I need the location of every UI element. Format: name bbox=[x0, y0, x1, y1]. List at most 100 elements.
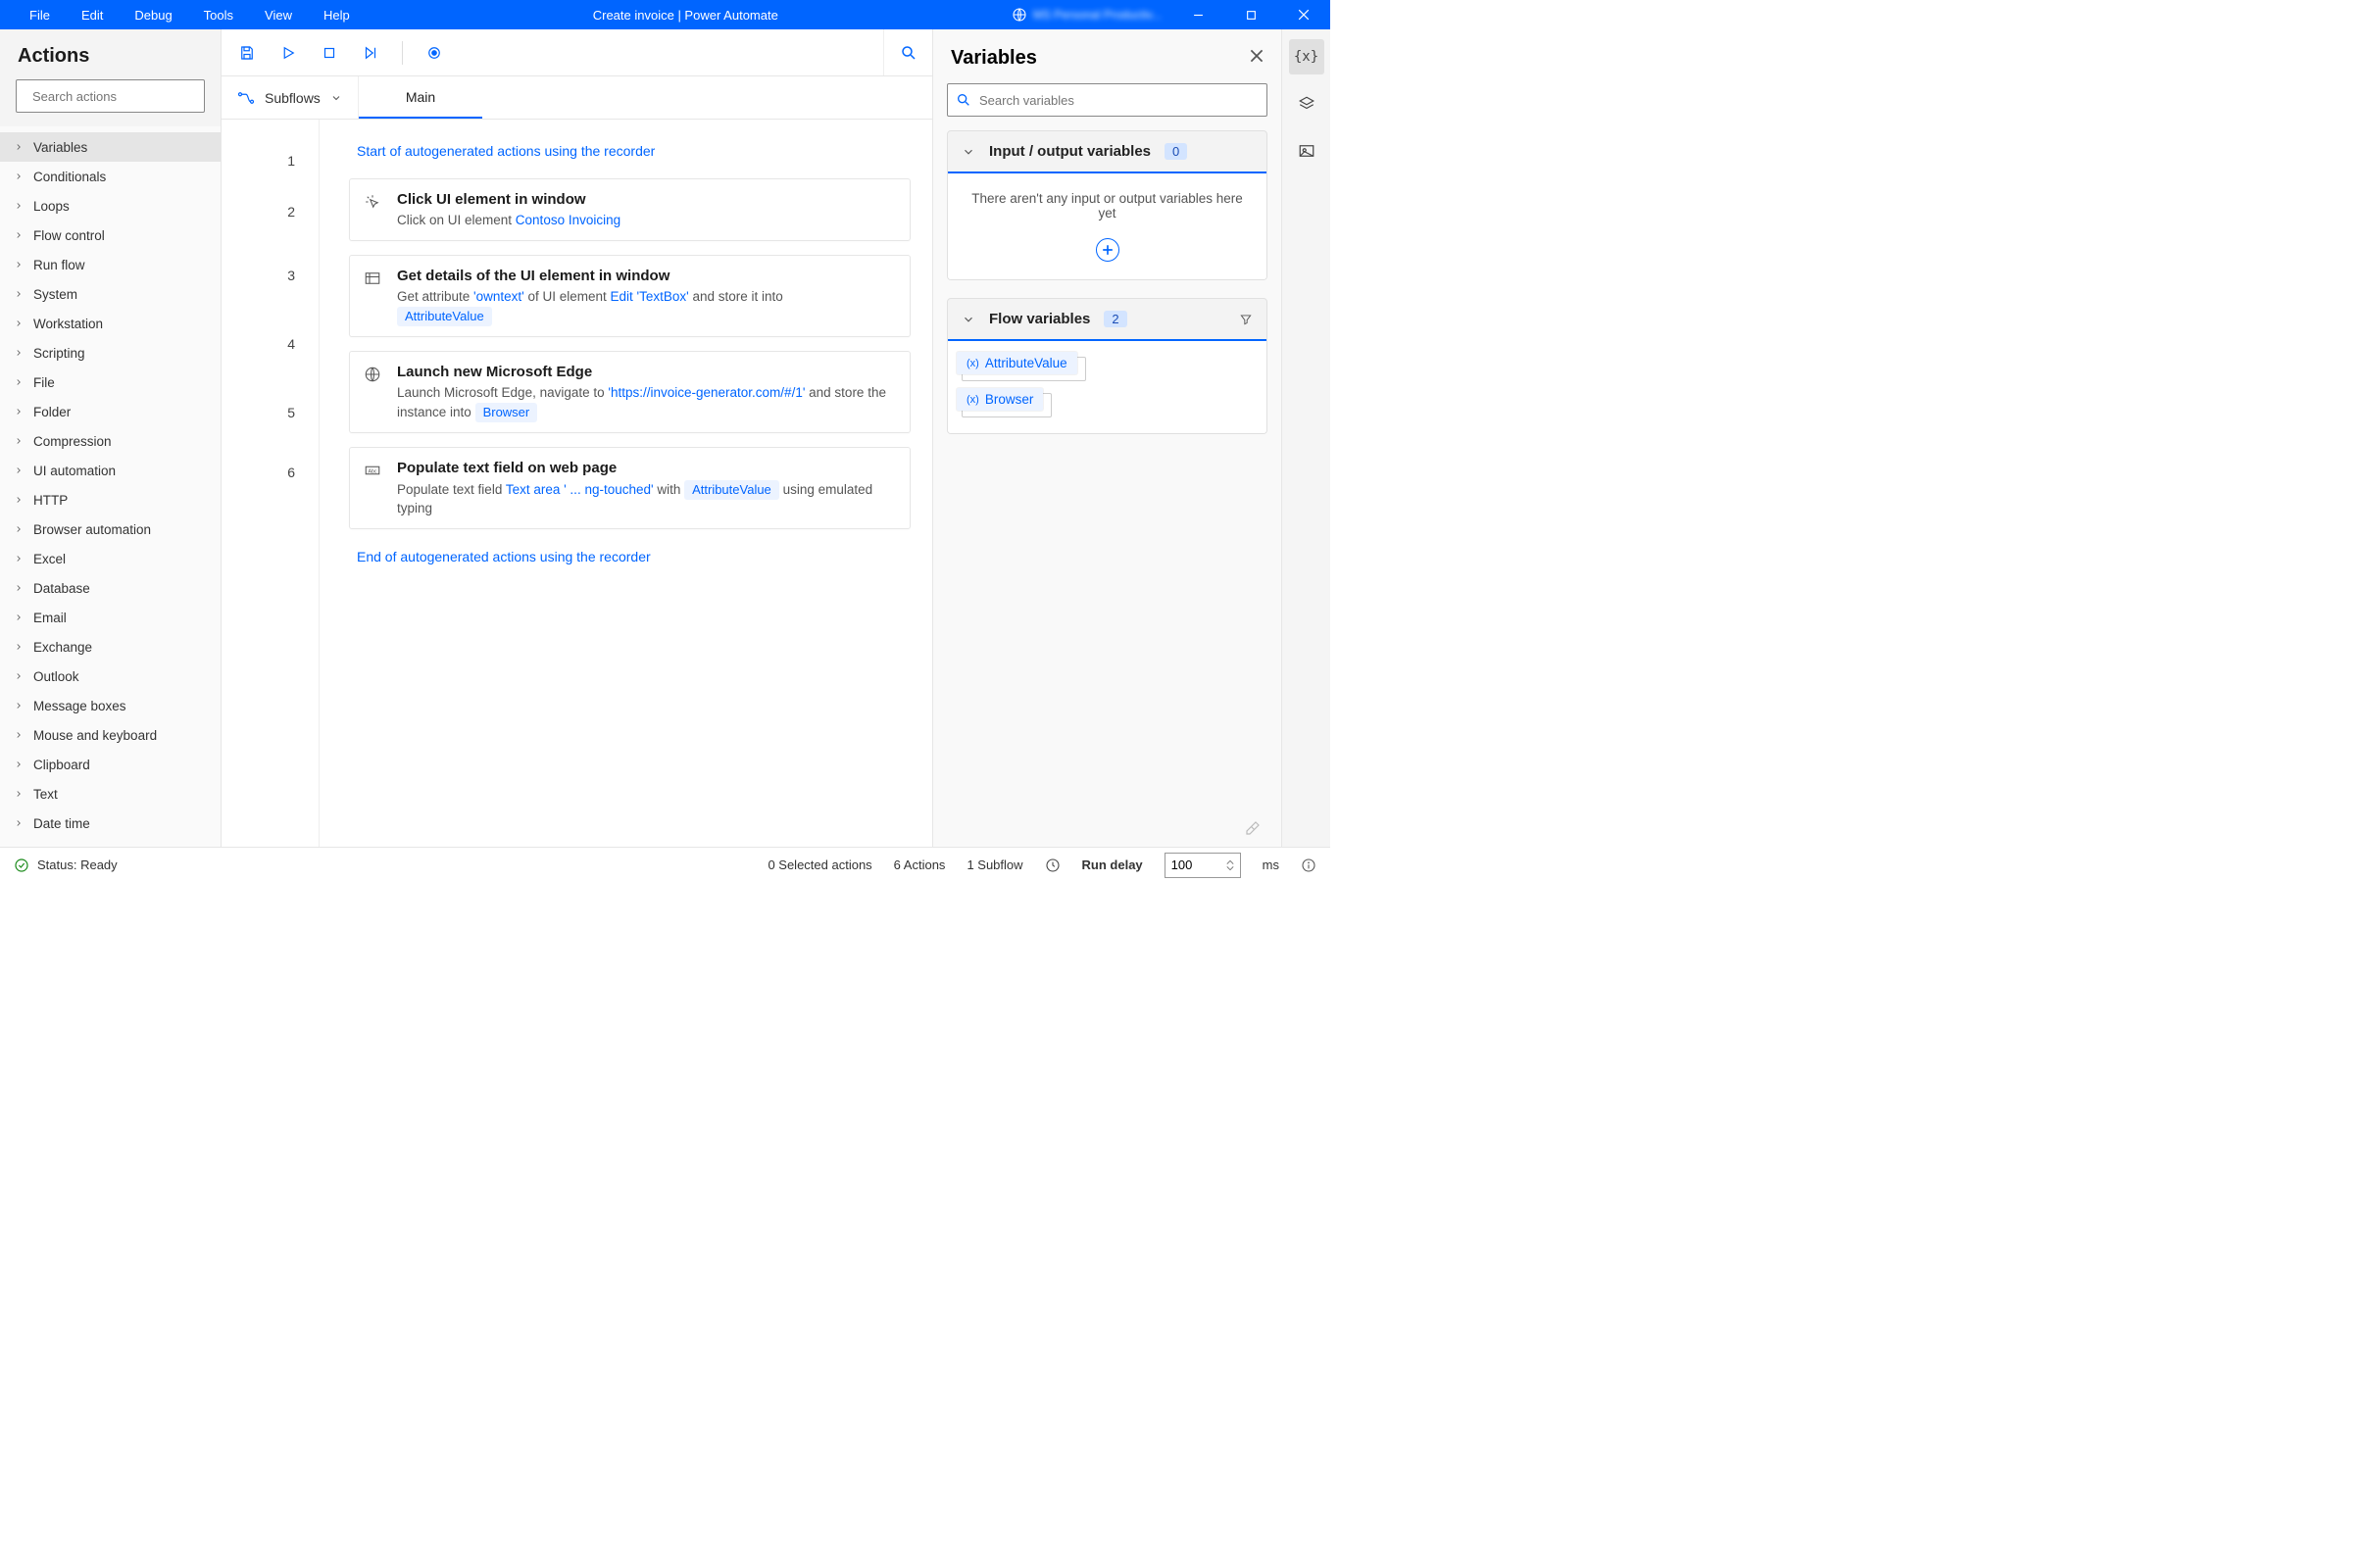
chevron-right-icon bbox=[14, 377, 24, 387]
menu-tools[interactable]: Tools bbox=[188, 2, 249, 28]
flow-variable[interactable]: (x)AttributeValue bbox=[962, 357, 1086, 381]
subflow-count: 1 Subflow bbox=[967, 858, 1022, 872]
run-delay-input[interactable] bbox=[1165, 853, 1241, 878]
category-item[interactable]: Flow control bbox=[0, 220, 221, 250]
environment-picker[interactable]: MS Personal Productiv... bbox=[1006, 7, 1167, 23]
actions-category-list[interactable]: VariablesConditionalsLoopsFlow control Ru… bbox=[0, 126, 221, 847]
step-link[interactable]: Contoso Invoicing bbox=[516, 213, 620, 227]
variable-chip[interactable]: AttributeValue bbox=[684, 480, 779, 500]
images-rail-button[interactable] bbox=[1289, 133, 1324, 169]
flow-variables-header[interactable]: Flow variables 2 bbox=[948, 299, 1266, 341]
eraser-icon[interactable] bbox=[1244, 819, 1262, 837]
close-button[interactable] bbox=[1281, 0, 1326, 29]
recorder-end-comment[interactable]: End of autogenerated actions using the r… bbox=[349, 543, 911, 570]
category-item[interactable]: Compression bbox=[0, 426, 221, 456]
category-item[interactable]: Excel bbox=[0, 544, 221, 573]
step-click-ui-element[interactable]: Click UI element in window Click on UI e… bbox=[349, 178, 911, 241]
step-link[interactable]: Edit 'TextBox' bbox=[611, 289, 689, 304]
subflows-dropdown[interactable]: Subflows bbox=[222, 76, 359, 119]
chevron-right-icon bbox=[14, 760, 24, 769]
category-item[interactable]: Text bbox=[0, 779, 221, 808]
canvas-search-button[interactable] bbox=[883, 29, 932, 75]
close-icon bbox=[1250, 49, 1264, 63]
category-label: Run flow bbox=[33, 258, 85, 272]
stop-button[interactable] bbox=[312, 35, 347, 71]
step-desc: Click on UI element bbox=[397, 213, 516, 227]
step-populate-text[interactable]: Abc Populate text field on web page Popu… bbox=[349, 447, 911, 529]
chevron-right-icon bbox=[14, 466, 24, 475]
flow-variable[interactable]: (x)Browser bbox=[962, 393, 1052, 417]
actions-search[interactable] bbox=[16, 79, 205, 113]
menu-file[interactable]: File bbox=[14, 2, 66, 28]
category-item[interactable]: Exchange bbox=[0, 632, 221, 662]
recorder-start-comment[interactable]: Start of autogenerated actions using the… bbox=[349, 137, 911, 165]
add-io-variable-button[interactable] bbox=[1096, 238, 1119, 262]
category-item[interactable]: Loops bbox=[0, 191, 221, 220]
category-item[interactable]: Folder bbox=[0, 397, 221, 426]
filter-icon[interactable] bbox=[1239, 313, 1253, 326]
category-item[interactable]: Database bbox=[0, 573, 221, 603]
subflows-icon bbox=[237, 91, 255, 105]
flow-variables-section: Flow variables 2 (x)AttributeValue (x)Bro… bbox=[947, 298, 1267, 434]
menu-view[interactable]: View bbox=[249, 2, 308, 28]
run-delay-value[interactable] bbox=[1171, 858, 1211, 872]
step-link[interactable]: Text area ' ... ng-touched' bbox=[506, 482, 654, 497]
ui-elements-rail-button[interactable] bbox=[1289, 86, 1324, 122]
info-icon[interactable] bbox=[1301, 858, 1316, 873]
category-label: Text bbox=[33, 787, 58, 802]
save-button[interactable] bbox=[229, 35, 265, 71]
category-item[interactable]: Date time bbox=[0, 808, 221, 838]
step-get-details[interactable]: Get details of the UI element in window … bbox=[349, 255, 911, 337]
status-bar: Status: Ready 0 Selected actions 6 Actio… bbox=[0, 847, 1330, 882]
actions-search-input[interactable] bbox=[32, 89, 205, 104]
category-item[interactable]: Variables bbox=[0, 132, 221, 162]
run-next-button[interactable] bbox=[353, 35, 388, 71]
variables-search[interactable] bbox=[947, 83, 1267, 117]
category-item[interactable]: Clipboard bbox=[0, 750, 221, 779]
step-link[interactable]: 'https://invoice-generator.com/#/1' bbox=[608, 385, 805, 400]
category-item[interactable]: HTTP bbox=[0, 485, 221, 514]
category-item[interactable]: Run flow bbox=[0, 250, 221, 279]
category-item[interactable]: Mouse and keyboard bbox=[0, 720, 221, 750]
spin-down-icon[interactable] bbox=[1226, 865, 1234, 871]
step-launch-edge[interactable]: Launch new Microsoft Edge Launch Microso… bbox=[349, 351, 911, 433]
category-item[interactable]: Outlook bbox=[0, 662, 221, 691]
category-item[interactable]: System bbox=[0, 279, 221, 309]
variables-rail-button[interactable]: {x} bbox=[1289, 39, 1324, 74]
category-item[interactable]: Workstation bbox=[0, 309, 221, 338]
tab-main[interactable]: Main bbox=[359, 76, 482, 119]
category-item[interactable]: Message boxes bbox=[0, 691, 221, 720]
run-delay-label: Run delay bbox=[1082, 858, 1143, 872]
line-number: 1 bbox=[222, 139, 319, 182]
category-item[interactable]: UI automation bbox=[0, 456, 221, 485]
variables-panel-title: Variables bbox=[951, 47, 1037, 70]
category-item[interactable]: Scripting bbox=[0, 338, 221, 368]
line-number: 3 bbox=[222, 241, 319, 310]
category-item[interactable]: Email bbox=[0, 603, 221, 632]
minimize-button[interactable] bbox=[1175, 0, 1220, 29]
variables-search-input[interactable] bbox=[979, 93, 1259, 108]
run-button[interactable] bbox=[271, 35, 306, 71]
flow-variables-title: Flow variables bbox=[989, 311, 1090, 327]
menu-edit[interactable]: Edit bbox=[66, 2, 119, 28]
maximize-button[interactable] bbox=[1228, 0, 1273, 29]
variable-name: Browser bbox=[985, 392, 1034, 407]
menu-help[interactable]: Help bbox=[308, 2, 366, 28]
variable-name: AttributeValue bbox=[985, 356, 1067, 370]
io-variables-header[interactable]: Input / output variables 0 bbox=[948, 131, 1266, 173]
category-item[interactable]: Browser automation bbox=[0, 514, 221, 544]
category-item[interactable]: File bbox=[0, 368, 221, 397]
text-icon: Abc bbox=[364, 462, 381, 479]
category-label: Database bbox=[33, 581, 90, 596]
menu-debug[interactable]: Debug bbox=[119, 2, 187, 28]
close-variables-button[interactable] bbox=[1250, 49, 1264, 68]
category-item[interactable]: Conditionals bbox=[0, 162, 221, 191]
variable-chip[interactable]: Browser bbox=[475, 403, 538, 422]
record-button[interactable] bbox=[417, 35, 452, 71]
variable-chip[interactable]: AttributeValue bbox=[397, 307, 492, 326]
chevron-down-icon bbox=[962, 313, 975, 326]
category-label: Email bbox=[33, 611, 67, 625]
category-label: Date time bbox=[33, 816, 90, 831]
chevron-right-icon bbox=[14, 172, 24, 181]
image-icon bbox=[1298, 142, 1315, 160]
